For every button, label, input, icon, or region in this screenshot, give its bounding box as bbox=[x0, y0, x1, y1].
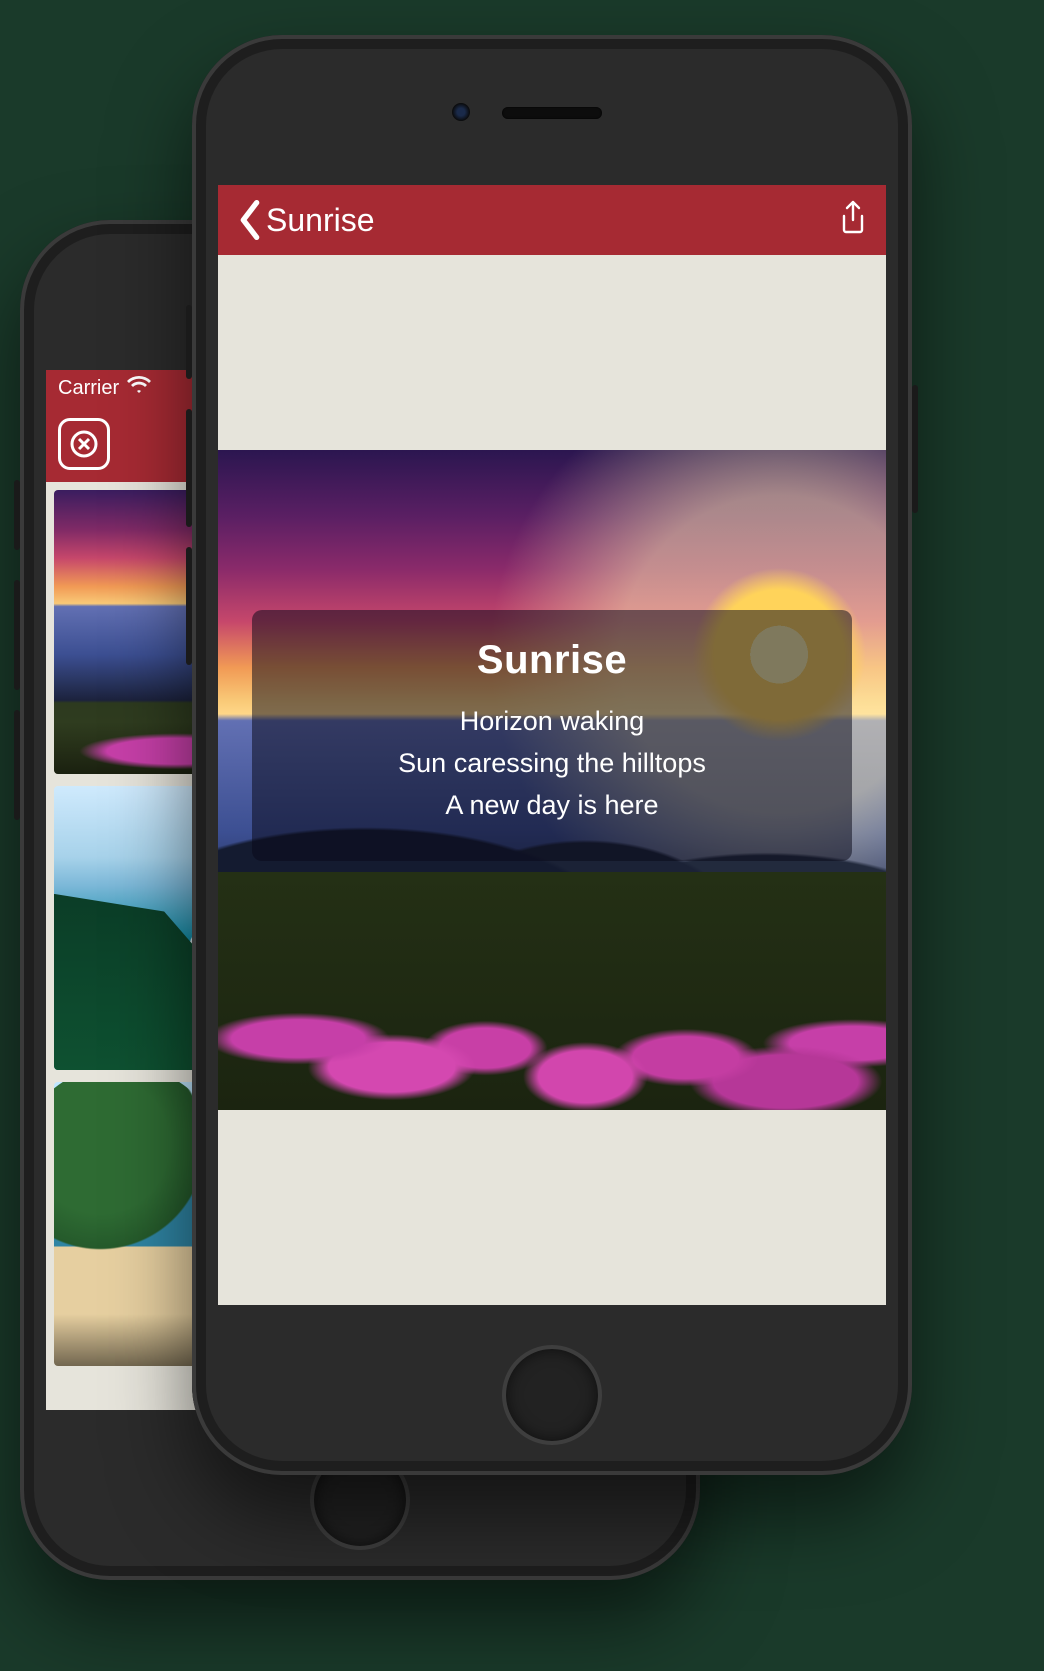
poem-card: Sunrise Horizon waking Sun caressing the… bbox=[252, 610, 852, 861]
nav-bar: Sunrise bbox=[218, 185, 886, 255]
poem-line-2: Sun caressing the hilltops bbox=[272, 743, 832, 785]
speaker bbox=[502, 107, 602, 119]
hero-image: Sunrise Horizon waking Sun caressing the… bbox=[218, 450, 886, 1110]
front-camera bbox=[452, 103, 470, 121]
volume-up bbox=[186, 409, 192, 527]
detail-screen: Sunrise Sunrise Horizon waking Sun cares… bbox=[218, 185, 886, 1305]
detail-body: Sunrise Horizon waking Sun caressing the… bbox=[218, 255, 886, 1305]
chevron-left-icon bbox=[236, 200, 264, 240]
mute-switch bbox=[186, 305, 192, 379]
nav-title: Sunrise bbox=[266, 202, 375, 239]
wifi-icon bbox=[127, 376, 151, 400]
volume-down bbox=[14, 710, 20, 820]
home-button[interactable] bbox=[502, 1345, 602, 1445]
poem-title: Sunrise bbox=[272, 638, 832, 683]
power-button bbox=[912, 385, 918, 513]
close-button[interactable] bbox=[58, 418, 110, 470]
carrier-label: Carrier bbox=[58, 377, 119, 400]
close-icon bbox=[68, 428, 100, 460]
mute-switch bbox=[14, 480, 20, 550]
share-button[interactable] bbox=[838, 200, 868, 241]
volume-up bbox=[14, 580, 20, 690]
volume-down bbox=[186, 547, 192, 665]
phone-front: Sunrise Sunrise Horizon waking Sun cares… bbox=[192, 35, 912, 1475]
poem-line-3: A new day is here bbox=[272, 785, 832, 827]
bezel-top bbox=[192, 35, 912, 185]
back-button[interactable]: Sunrise bbox=[236, 200, 375, 240]
share-icon bbox=[838, 200, 868, 236]
poem-line-1: Horizon waking bbox=[272, 701, 832, 743]
bezel-bottom bbox=[192, 1305, 912, 1475]
